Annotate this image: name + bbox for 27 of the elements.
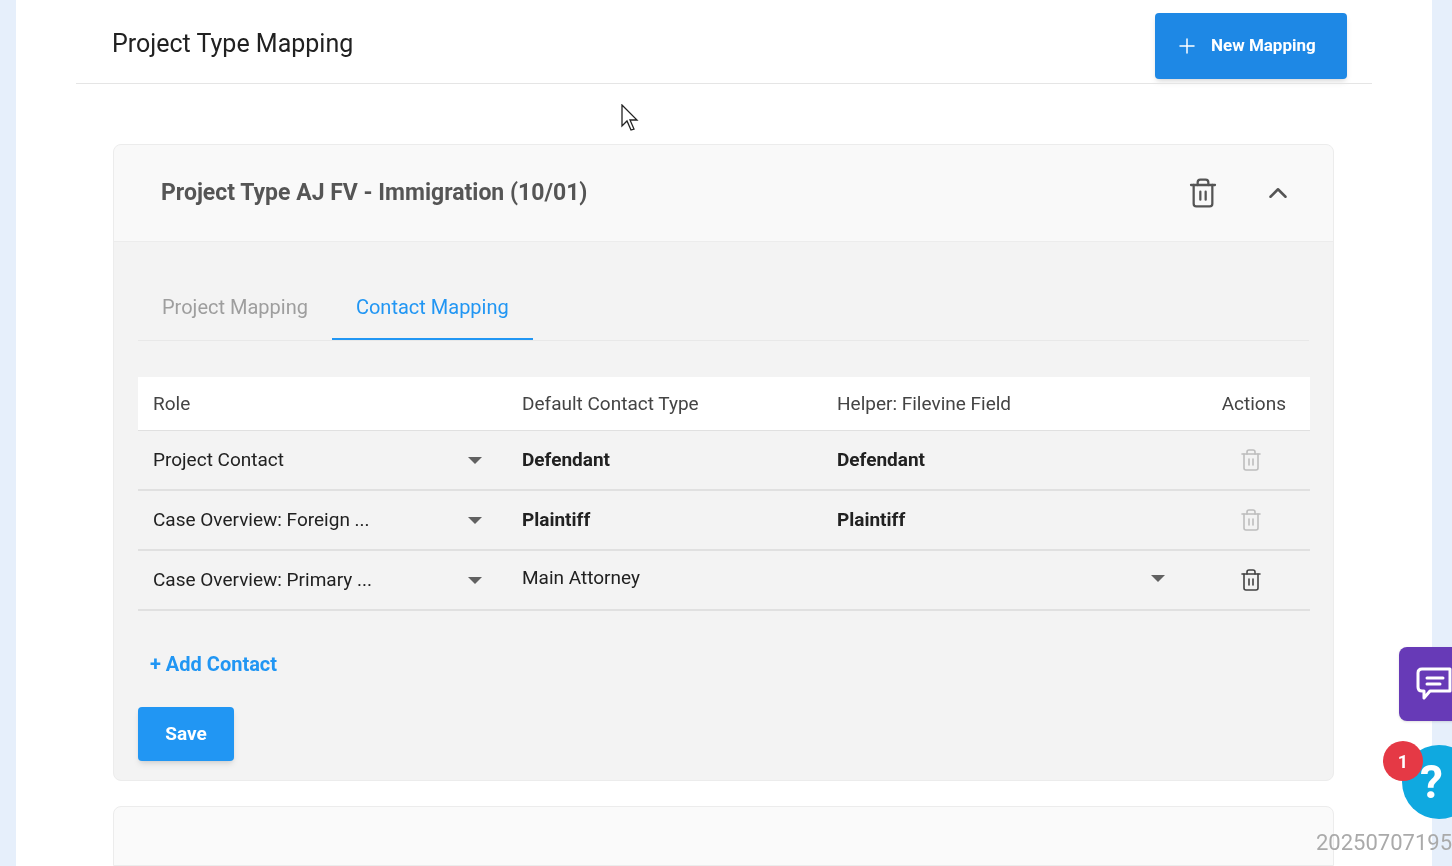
column-header: Default Contact Type	[522, 391, 699, 415]
column-header: Role	[153, 391, 191, 415]
mouse-cursor-icon	[621, 104, 641, 132]
tab[interactable]: Project Mapping	[138, 276, 332, 341]
dropdown-caret-icon[interactable]	[468, 456, 482, 464]
save-button[interactable]: Save	[138, 707, 234, 762]
page-title: Project Type Mapping	[112, 28, 354, 60]
timestamp: 20250707195	[1316, 829, 1452, 857]
chat-widget-button[interactable]	[1399, 647, 1452, 721]
column-header: Actions	[1221, 390, 1286, 417]
add-contact-link[interactable]: + Add Contact	[150, 649, 278, 680]
role-select[interactable]: Case Overview: Primary ...	[138, 566, 506, 595]
new-mapping-button[interactable]: New Mapping	[1155, 13, 1347, 79]
column-header: Helper: Filevine Field	[837, 391, 1012, 415]
chat-icon	[1416, 667, 1452, 701]
table-cell: Plaintiff	[522, 508, 591, 532]
dropdown-caret-icon[interactable]	[1151, 574, 1165, 582]
table-cell: Plaintiff	[837, 508, 906, 532]
tab[interactable]: Contact Mapping	[331, 276, 533, 341]
contact-type-select[interactable]: Main Attorney	[506, 564, 1181, 593]
table-cell: Defendant	[837, 448, 926, 472]
table-cell: Defendant	[522, 448, 611, 472]
dropdown-caret-icon[interactable]	[468, 576, 482, 584]
dropdown-caret-icon[interactable]	[468, 516, 482, 524]
delete-row-icon[interactable]	[1239, 568, 1263, 593]
delete-icon[interactable]	[1187, 177, 1219, 210]
mapping-title: Project Type AJ FV - Immigration (10/01)	[161, 178, 589, 209]
